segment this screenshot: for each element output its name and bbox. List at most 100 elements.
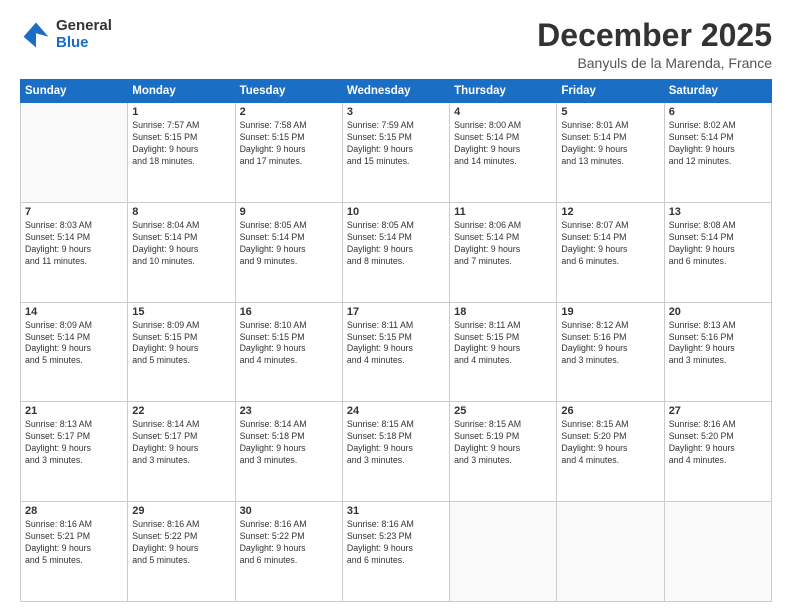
sunrise-text: Sunrise: 8:03 AM: [25, 220, 123, 232]
sunset-text: Sunset: 5:14 PM: [561, 232, 659, 244]
day-number: 25: [454, 405, 552, 417]
sunset-text: Sunset: 5:16 PM: [669, 332, 767, 344]
sunrise-text: Sunrise: 7:58 AM: [240, 120, 338, 132]
day-cell: [450, 502, 557, 602]
day-cell: 30 Sunrise: 8:16 AMSunset: 5:22 PMDayligh…: [235, 502, 342, 602]
day-number: 8: [132, 206, 230, 218]
sunset-text: Sunset: 5:15 PM: [454, 332, 552, 344]
daylight-text-1: Daylight: 9 hours: [347, 144, 445, 156]
day-of-week-friday: Friday: [557, 80, 664, 103]
daylight-text-1: Daylight: 9 hours: [240, 343, 338, 355]
day-of-week-tuesday: Tuesday: [235, 80, 342, 103]
sunset-text: Sunset: 5:15 PM: [240, 332, 338, 344]
daylight-text-2: and 3 minutes.: [25, 455, 123, 467]
daylight-text-2: and 4 minutes.: [669, 455, 767, 467]
sunrise-text: Sunrise: 8:15 AM: [454, 419, 552, 431]
day-number: 30: [240, 505, 338, 517]
sunset-text: Sunset: 5:14 PM: [347, 232, 445, 244]
daylight-text-2: and 3 minutes.: [454, 455, 552, 467]
daylight-text-2: and 18 minutes.: [132, 156, 230, 168]
sunset-text: Sunset: 5:15 PM: [347, 332, 445, 344]
sunset-text: Sunset: 5:14 PM: [132, 232, 230, 244]
daylight-text-2: and 7 minutes.: [454, 256, 552, 268]
sunrise-text: Sunrise: 8:07 AM: [561, 220, 659, 232]
day-number: 9: [240, 206, 338, 218]
sunrise-text: Sunrise: 8:09 AM: [25, 320, 123, 332]
sunrise-text: Sunrise: 8:16 AM: [240, 519, 338, 531]
day-cell: 22Sunrise: 8:14 AMSunset: 5:17 PMDayligh…: [128, 402, 235, 502]
sunrise-text: Sunrise: 8:11 AM: [454, 320, 552, 332]
day-cell: 10Sunrise: 8:05 AMSunset: 5:14 PMDayligh…: [342, 202, 449, 302]
sunrise-text: Sunrise: 8:15 AM: [347, 419, 445, 431]
location-title: Banyuls de la Marenda, France: [537, 55, 772, 71]
daylight-text-2: and 9 minutes.: [240, 256, 338, 268]
day-cell: 19Sunrise: 8:12 AMSunset: 5:16 PMDayligh…: [557, 302, 664, 402]
sunset-text: Sunset: 5:15 PM: [132, 132, 230, 144]
sunset-text: Sunset: 5:22 PM: [240, 531, 338, 543]
logo-blue: Blue: [56, 35, 112, 52]
day-number: 13: [669, 206, 767, 218]
header: General Blue December 2025 Banyuls de la…: [20, 18, 772, 71]
daylight-text-2: and 4 minutes.: [347, 355, 445, 367]
day-number: 14: [25, 306, 123, 318]
day-number: 29: [132, 505, 230, 517]
day-info: Sunrise: 7:58 AMSunset: 5:15 PMDaylight:…: [240, 120, 338, 168]
day-cell: 27Sunrise: 8:16 AMSunset: 5:20 PMDayligh…: [664, 402, 771, 502]
calendar-header: SundayMondayTuesdayWednesdayThursdayFrid…: [21, 80, 772, 103]
daylight-text-1: Daylight: 9 hours: [669, 244, 767, 256]
day-cell: 5Sunrise: 8:01 AMSunset: 5:14 PMDaylight…: [557, 103, 664, 203]
sunset-text: Sunset: 5:17 PM: [25, 431, 123, 443]
day-info: Sunrise: 8:08 AMSunset: 5:14 PMDaylight:…: [669, 220, 767, 268]
day-number: 18: [454, 306, 552, 318]
days-of-week-row: SundayMondayTuesdayWednesdayThursdayFrid…: [21, 80, 772, 103]
sunrise-text: Sunrise: 8:16 AM: [132, 519, 230, 531]
sunrise-text: Sunrise: 8:13 AM: [25, 419, 123, 431]
day-cell: 4Sunrise: 8:00 AMSunset: 5:14 PMDaylight…: [450, 103, 557, 203]
day-info: Sunrise: 8:13 AMSunset: 5:16 PMDaylight:…: [669, 320, 767, 368]
day-number: 3: [347, 106, 445, 118]
daylight-text-1: Daylight: 9 hours: [454, 244, 552, 256]
daylight-text-1: Daylight: 9 hours: [347, 443, 445, 455]
daylight-text-1: Daylight: 9 hours: [25, 343, 123, 355]
day-cell: 26Sunrise: 8:15 AMSunset: 5:20 PMDayligh…: [557, 402, 664, 502]
sunset-text: Sunset: 5:14 PM: [669, 232, 767, 244]
logo-text: General Blue: [56, 18, 112, 51]
daylight-text-1: Daylight: 9 hours: [561, 144, 659, 156]
day-cell: 25Sunrise: 8:15 AMSunset: 5:19 PMDayligh…: [450, 402, 557, 502]
sunrise-text: Sunrise: 8:09 AM: [132, 320, 230, 332]
sunset-text: Sunset: 5:15 PM: [240, 132, 338, 144]
day-number: 20: [669, 306, 767, 318]
day-info: Sunrise: 8:05 AMSunset: 5:14 PMDaylight:…: [347, 220, 445, 268]
daylight-text-2: and 4 minutes.: [561, 455, 659, 467]
day-info: Sunrise: 8:10 AMSunset: 5:15 PMDaylight:…: [240, 320, 338, 368]
month-title: December 2025: [537, 18, 772, 53]
day-info: Sunrise: 8:09 AMSunset: 5:15 PMDaylight:…: [132, 320, 230, 368]
day-cell: 12Sunrise: 8:07 AMSunset: 5:14 PMDayligh…: [557, 202, 664, 302]
day-cell: 16 Sunrise: 8:10 AMSunset: 5:15 PMDayligh…: [235, 302, 342, 402]
day-cell: 21Sunrise: 8:13 AMSunset: 5:17 PMDayligh…: [21, 402, 128, 502]
sunrise-text: Sunrise: 8:10 AM: [240, 320, 338, 332]
daylight-text-1: Daylight: 9 hours: [240, 244, 338, 256]
daylight-text-1: Daylight: 9 hours: [240, 543, 338, 555]
week-row-3: 14Sunrise: 8:09 AMSunset: 5:14 PMDayligh…: [21, 302, 772, 402]
day-number: 23: [240, 405, 338, 417]
day-cell: [21, 103, 128, 203]
day-cell: 2 Sunrise: 7:58 AMSunset: 5:15 PMDaylight…: [235, 103, 342, 203]
sunrise-text: Sunrise: 8:00 AM: [454, 120, 552, 132]
sunrise-text: Sunrise: 8:06 AM: [454, 220, 552, 232]
daylight-text-2: and 5 minutes.: [132, 355, 230, 367]
daylight-text-2: and 10 minutes.: [132, 256, 230, 268]
daylight-text-2: and 11 minutes.: [25, 256, 123, 268]
day-info: Sunrise: 7:57 AMSunset: 5:15 PMDaylight:…: [132, 120, 230, 168]
sunset-text: Sunset: 5:18 PM: [347, 431, 445, 443]
daylight-text-1: Daylight: 9 hours: [25, 244, 123, 256]
sunset-text: Sunset: 5:14 PM: [25, 332, 123, 344]
day-number: 12: [561, 206, 659, 218]
day-info: Sunrise: 8:15 AMSunset: 5:18 PMDaylight:…: [347, 419, 445, 467]
day-number: 19: [561, 306, 659, 318]
sunrise-text: Sunrise: 7:57 AM: [132, 120, 230, 132]
day-info: Sunrise: 8:02 AMSunset: 5:14 PMDaylight:…: [669, 120, 767, 168]
day-number: 16: [240, 306, 338, 318]
day-info: Sunrise: 7:59 AMSunset: 5:15 PMDaylight:…: [347, 120, 445, 168]
day-number: 2: [240, 106, 338, 118]
